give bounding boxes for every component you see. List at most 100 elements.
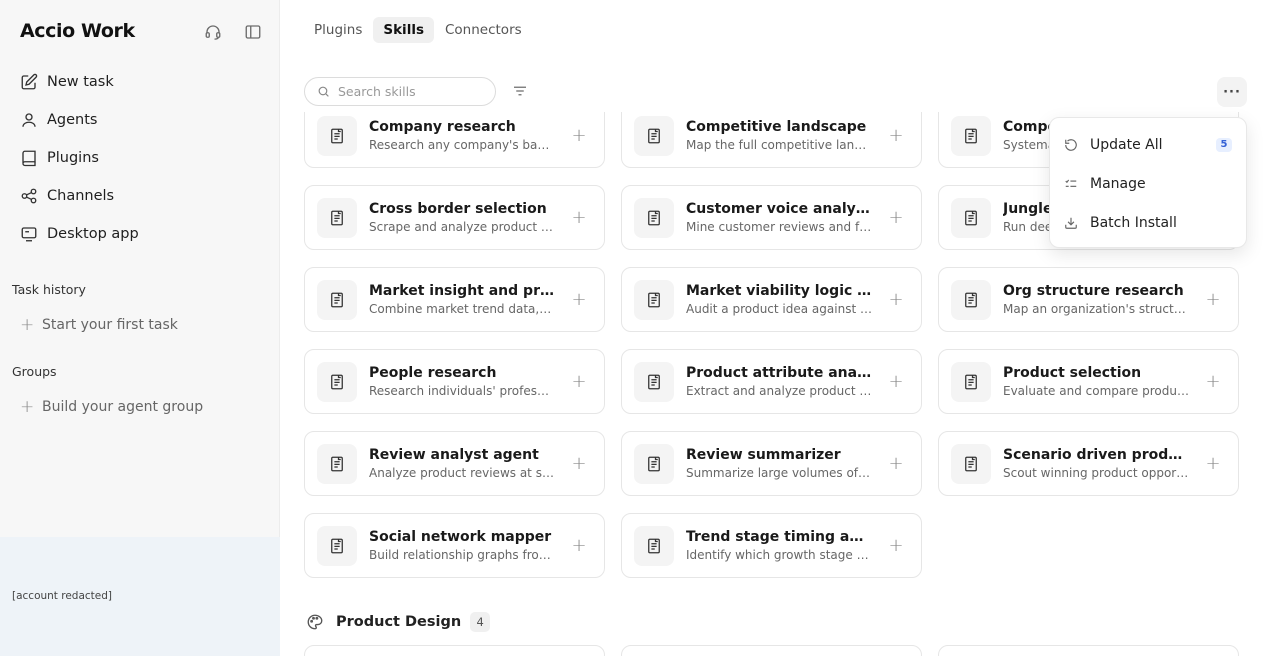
- menu-item-update-all[interactable]: Update All 5: [1050, 125, 1246, 164]
- skill-text: Customer voice analyzer Mine customer rev…: [686, 201, 872, 234]
- add-skill-button[interactable]: +: [569, 207, 589, 228]
- start-first-task-label: Start your first task: [42, 317, 178, 333]
- filter-icon[interactable]: [511, 82, 529, 100]
- tab-plugins[interactable]: Plugins: [304, 17, 372, 43]
- more-options-button[interactable]: ···: [1217, 77, 1247, 107]
- groups-title: Groups: [12, 364, 57, 379]
- add-skill-button[interactable]: +: [569, 453, 589, 474]
- search-input[interactable]: [338, 84, 478, 99]
- skill-text: Market insight and product Combine market…: [369, 283, 555, 316]
- more-options-menu: Update All 5 Manage Batch Install: [1049, 117, 1247, 248]
- skill-card[interactable]: Scenario driven product discovery Scout w…: [938, 431, 1239, 496]
- skill-card[interactable]: Org structure research Map an organizatio…: [938, 267, 1239, 332]
- headset-icon[interactable]: [202, 21, 224, 43]
- skill-text: Competitive landscape Map the full compet…: [686, 119, 872, 152]
- skill-card-partial[interactable]: [938, 645, 1239, 656]
- document-icon: [634, 361, 674, 402]
- main-content: Plugins Skills Connectors ··· Company re…: [281, 0, 1280, 656]
- tab-skills[interactable]: Skills: [373, 17, 434, 43]
- add-skill-button[interactable]: +: [886, 125, 906, 146]
- skill-card[interactable]: Product attribute analyzer Extract and an…: [621, 349, 922, 414]
- document-icon: [951, 279, 991, 320]
- add-skill-button[interactable]: +: [886, 207, 906, 228]
- nav-new-task[interactable]: New task: [12, 63, 268, 101]
- skill-name: Social network mapper: [369, 529, 552, 545]
- skill-name: Product selection: [1003, 365, 1142, 381]
- add-skill-button[interactable]: +: [1203, 371, 1223, 392]
- account-label[interactable]: [account redacted]: [12, 590, 112, 602]
- sidebar-nav: New task Agents Plugins Channels Desktop…: [12, 63, 268, 253]
- book-icon: [22, 150, 36, 167]
- skill-card[interactable]: Market insight and product Combine market…: [304, 267, 605, 332]
- document-icon: [317, 525, 357, 566]
- skill-name: Product attribute analyzer: [686, 365, 872, 381]
- plus-icon: +: [20, 397, 35, 417]
- palette-icon: [307, 614, 323, 630]
- skill-card[interactable]: Customer voice analyzer Mine customer rev…: [621, 185, 922, 250]
- add-skill-button[interactable]: +: [1203, 453, 1223, 474]
- nav-channels[interactable]: Channels: [12, 177, 268, 215]
- add-skill-button[interactable]: +: [569, 289, 589, 310]
- document-icon: [634, 443, 674, 484]
- skill-name: Review summarizer: [686, 447, 841, 463]
- skill-text: Product attribute analyzer Extract and an…: [686, 365, 872, 398]
- section-count-badge: 4: [470, 612, 491, 632]
- monitor-icon: [21, 227, 37, 242]
- add-skill-button[interactable]: +: [886, 371, 906, 392]
- skill-name: Cross border selection: [369, 201, 547, 217]
- nav-desktop-app[interactable]: Desktop app: [12, 215, 268, 253]
- skill-description: Audit a product idea against market: [686, 302, 872, 316]
- skill-card[interactable]: Review summarizer Summarize large volumes…: [621, 431, 922, 496]
- menu-item-batch-install[interactable]: Batch Install: [1050, 203, 1246, 242]
- add-skill-button[interactable]: +: [569, 535, 589, 556]
- nav-plugins[interactable]: Plugins: [12, 139, 268, 177]
- skill-card[interactable]: Competitive landscape Map the full compet…: [621, 112, 922, 168]
- skill-card[interactable]: Company research Research any company's b…: [304, 112, 605, 168]
- refresh-icon: [1065, 138, 1077, 151]
- skill-description: Mine customer reviews and feedback: [686, 220, 872, 234]
- document-icon: [317, 443, 357, 484]
- skill-text: Cross border selection Scrape and analyze…: [369, 201, 555, 234]
- skill-text: People research Research individuals' pro…: [369, 365, 555, 398]
- tab-connectors[interactable]: Connectors: [435, 17, 532, 43]
- sidebar-toggle-icon[interactable]: [242, 21, 264, 43]
- add-skill-button[interactable]: +: [886, 289, 906, 310]
- nav-agents[interactable]: Agents: [12, 101, 268, 139]
- skill-name: Review analyst agent: [369, 447, 539, 463]
- add-skill-button[interactable]: +: [1203, 289, 1223, 310]
- skill-card-partial[interactable]: [621, 645, 922, 656]
- section-header: Product Design 4: [306, 612, 491, 632]
- start-first-task-link[interactable]: + Start your first task: [20, 315, 178, 335]
- skill-card[interactable]: Trend stage timing analyzer Identify whic…: [621, 513, 922, 578]
- menu-item-label: Update All: [1090, 136, 1163, 153]
- skill-card[interactable]: Product selection Evaluate and compare pr…: [938, 349, 1239, 414]
- document-icon: [951, 115, 991, 156]
- document-icon: [634, 279, 674, 320]
- skill-card[interactable]: People research Research individuals' pro…: [304, 349, 605, 414]
- skill-description: Map an organization's structure: [1003, 302, 1189, 316]
- skill-name: Org structure research: [1003, 283, 1184, 299]
- skill-card[interactable]: Social network mapper Build relationship …: [304, 513, 605, 578]
- sidebar: Accio Work New task Agents Plugins Chann…: [0, 0, 280, 656]
- build-agent-group-link[interactable]: + Build your agent group: [20, 397, 203, 417]
- skill-card-partial[interactable]: [304, 645, 605, 656]
- nav-label: Plugins: [47, 150, 99, 166]
- skill-card[interactable]: Market viability logic audit Audit a prod…: [621, 267, 922, 332]
- skill-card[interactable]: Review analyst agent Analyze product revi…: [304, 431, 605, 496]
- skill-text: Scenario driven product discovery Scout w…: [1003, 447, 1189, 480]
- skill-name: Market insight and product: [369, 283, 555, 299]
- add-skill-button[interactable]: +: [569, 125, 589, 146]
- menu-item-label: Manage: [1090, 175, 1146, 192]
- menu-item-manage[interactable]: Manage: [1050, 164, 1246, 203]
- add-skill-button[interactable]: +: [569, 371, 589, 392]
- skill-description: Analyze product reviews at scale: [369, 466, 555, 480]
- skill-name: Competitive landscape: [686, 119, 867, 135]
- skill-text: Company research Research any company's b…: [369, 119, 555, 152]
- user-icon: [22, 113, 36, 127]
- search-box: [304, 77, 496, 106]
- add-skill-button[interactable]: +: [886, 453, 906, 474]
- skill-name: Customer voice analyzer: [686, 201, 872, 217]
- list-check-icon: [1065, 179, 1077, 187]
- skill-card[interactable]: Cross border selection Scrape and analyze…: [304, 185, 605, 250]
- add-skill-button[interactable]: +: [886, 535, 906, 556]
